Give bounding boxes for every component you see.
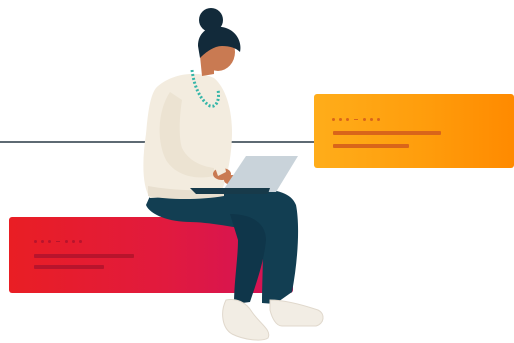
front-shoe <box>222 299 270 341</box>
hair-bun <box>199 8 223 32</box>
illustration-scene <box>0 0 514 343</box>
pants <box>146 188 299 304</box>
woman-with-laptop-illustration <box>143 8 324 341</box>
laptop <box>222 156 298 192</box>
back-shoe <box>269 299 324 327</box>
